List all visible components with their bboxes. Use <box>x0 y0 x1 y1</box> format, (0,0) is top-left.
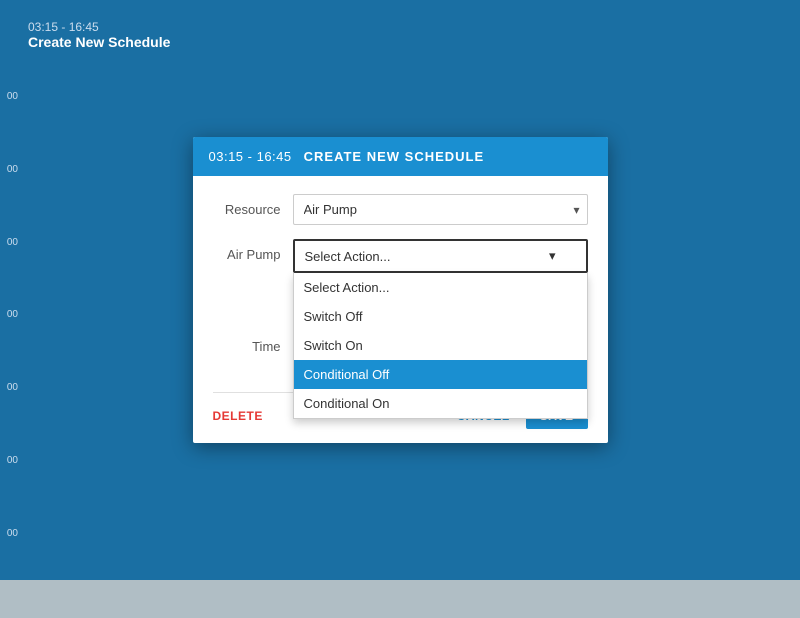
resource-label: Resource <box>213 202 293 217</box>
modal-overlay: 03:15 - 16:45 CREATE NEW SCHEDULE Resour… <box>0 0 800 580</box>
modal-header-time: 03:15 - 16:45 <box>209 149 292 164</box>
air-pump-row: Air Pump Select Action... ▾ Select Actio… <box>213 239 588 273</box>
resource-select-wrap: Air Pump ▾ <box>293 194 588 225</box>
resource-row: Resource Air Pump ▾ <box>213 194 588 225</box>
dropdown-item-switch-off[interactable]: Switch Off <box>294 302 587 331</box>
action-dropdown-wrap[interactable]: Select Action... ▾ Select Action... Swit… <box>293 239 588 273</box>
resource-select[interactable]: Air Pump <box>293 194 588 225</box>
action-dropdown-value: Select Action... <box>305 249 391 264</box>
action-dropdown-list: Select Action... Switch Off Switch On Co… <box>293 273 588 419</box>
action-dropdown-trigger[interactable]: Select Action... ▾ <box>293 239 588 273</box>
delete-button[interactable]: DELETE <box>213 403 263 429</box>
modal-header: 03:15 - 16:45 CREATE NEW SCHEDULE <box>193 137 608 176</box>
action-chevron-icon: ▾ <box>549 248 556 264</box>
air-pump-label: Air Pump <box>213 239 293 262</box>
bottom-bar <box>0 580 800 618</box>
dropdown-item-conditional-off[interactable]: Conditional Off <box>294 360 587 389</box>
modal-header-title: CREATE NEW SCHEDULE <box>304 149 485 164</box>
dropdown-item-select-action[interactable]: Select Action... <box>294 273 587 302</box>
modal-dialog: 03:15 - 16:45 CREATE NEW SCHEDULE Resour… <box>193 137 608 443</box>
modal-body: Resource Air Pump ▾ Air Pump Select Acti… <box>193 176 608 392</box>
time-label: Time <box>213 339 293 354</box>
dropdown-item-conditional-on[interactable]: Conditional On <box>294 389 587 418</box>
dropdown-item-switch-on[interactable]: Switch On <box>294 331 587 360</box>
